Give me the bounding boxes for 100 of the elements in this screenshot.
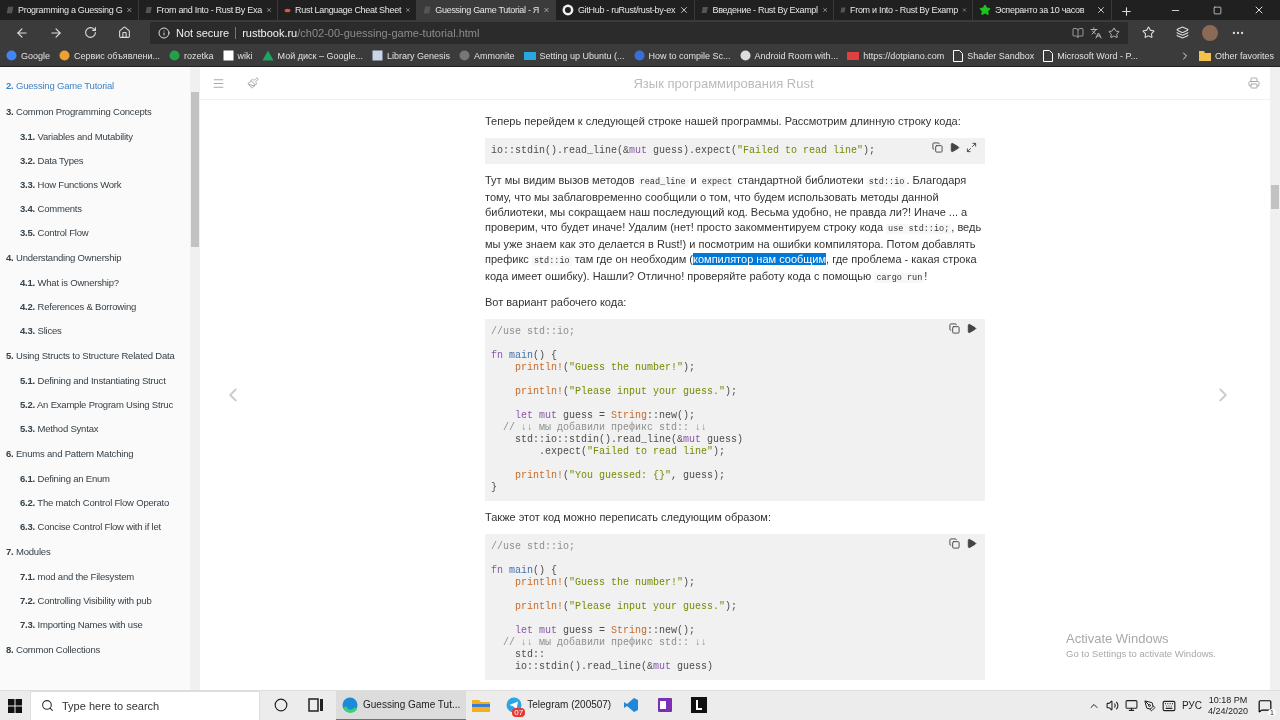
sidebar-item[interactable]: 5.1. Defining and Instantiating Struct [6, 369, 190, 393]
back-icon[interactable] [15, 25, 29, 40]
code-line: println!("Please input your guess."); [514, 601, 738, 613]
star-icon[interactable] [1108, 26, 1120, 39]
sidebar-item[interactable]: 4.1. What is Ownership? [6, 271, 190, 295]
square-icon [371, 50, 383, 61]
book-icon[interactable] [1072, 26, 1084, 39]
sidebar-item[interactable]: 6.1. Defining an Enum [6, 467, 190, 491]
edge-icon [342, 696, 358, 713]
sidebar-item[interactable]: 3.3. How Functions Work [6, 173, 190, 197]
taskbar-app[interactable]: Guessing Game Tut... [336, 690, 467, 720]
sidebar-item[interactable]: 5.2. An Example Program Using Struc [6, 393, 190, 417]
sidebar-item[interactable]: 5. Using Structs to Structure Related Data [6, 343, 190, 369]
restore-icon[interactable] [1212, 5, 1222, 15]
bookmark[interactable]: rozetka [169, 50, 214, 61]
network-icon[interactable] [1124, 699, 1138, 712]
layers-icon[interactable] [1175, 26, 1189, 39]
plus-icon[interactable] [1119, 4, 1133, 18]
bookmark[interactable]: Сервис объявлени... [59, 50, 161, 61]
bookmark[interactable]: Google [6, 50, 51, 61]
sidebar-item[interactable]: 7.1. mod and the Filesystem [6, 565, 190, 589]
sidebar-item[interactable]: 4. Understanding Ownership [6, 245, 190, 271]
expand-icon[interactable] [966, 142, 977, 153]
bookmark[interactable]: Library Genesis [371, 50, 450, 61]
circle-icon [6, 50, 17, 61]
page-icon [953, 49, 964, 62]
play-icon[interactable] [966, 538, 977, 549]
code-line: fn main() { [491, 350, 558, 362]
sidebar-item[interactable]: 4.2. References & Borrowing [6, 295, 190, 319]
folder-icon [472, 697, 491, 712]
code-line: std:: [514, 649, 545, 661]
translate-icon[interactable] [1090, 26, 1102, 39]
bookmark[interactable]: Android Room with... [739, 50, 839, 61]
taskbar-app[interactable]: Telegram (200507) 07 [500, 690, 618, 720]
sidebar-item[interactable]: 6.3. Concise Control Flow with if let [6, 515, 190, 539]
sidebar-item[interactable]: 6.2. The match Control Flow Operato [6, 491, 190, 515]
volume-icon[interactable] [1105, 699, 1119, 712]
copy-icon[interactable] [949, 538, 960, 549]
clock[interactable]: 10:18 PM 4/24/2020 [1207, 694, 1248, 717]
code-line: //use std::io; [491, 541, 575, 553]
message-icon[interactable] [1258, 698, 1272, 713]
close-icon[interactable] [1253, 4, 1265, 16]
sidebar-item[interactable]: 3.2. Data Types [6, 149, 190, 173]
forward-icon[interactable] [49, 25, 63, 40]
bookmark[interactable]: Мой диск – Google... [261, 50, 363, 61]
address-field[interactable]: Not secure rustbook.ru/ch02-00-guessing-game-tutorial.html [150, 21, 1128, 44]
info-icon [158, 26, 170, 39]
browser-tab[interactable]: Guessing Game Tutorial - Я [417, 0, 556, 20]
book-icon [840, 4, 846, 16]
keyboard-icon[interactable] [1161, 698, 1176, 713]
star-icon[interactable] [1141, 26, 1155, 39]
sidebar-item[interactable]: 7. Modules [6, 539, 190, 565]
refresh-icon[interactable] [83, 26, 97, 39]
sidebar-item[interactable]: 6. Enums and Pattern Matching [6, 441, 190, 467]
square-icon [222, 50, 234, 61]
pen-icon[interactable] [1143, 699, 1156, 712]
windows-icon[interactable] [8, 698, 22, 713]
bar-icon [847, 51, 860, 60]
notebook-icon [657, 696, 674, 713]
sidebar-item[interactable]: 3. Common Programming Concepts [6, 99, 190, 125]
code-line: println!("Guess the number!"); [514, 577, 696, 589]
bookmark[interactable]: Microsoft Word - P... [1043, 49, 1138, 62]
copy-icon[interactable] [949, 323, 960, 334]
play-icon[interactable] [966, 323, 977, 334]
language-indicator[interactable]: РУС [1181, 700, 1202, 711]
search-field[interactable]: Type here to search [30, 690, 260, 720]
task-view-icon[interactable] [308, 697, 324, 712]
code-line: let mut guess = String::new(); [514, 410, 696, 422]
play-icon[interactable] [949, 142, 960, 153]
bookmark[interactable]: wiki [222, 50, 253, 61]
code-line: // ↓↓ мы добавили префикс std:: ↓↓ [502, 637, 708, 649]
bookmark[interactable]: Setting up Ubuntu (... [523, 50, 625, 61]
copy-icon[interactable] [932, 142, 943, 153]
sidebar-item[interactable]: 4.3. Slices [6, 319, 190, 343]
activation-title: Activate Windows [1066, 631, 1170, 646]
sidebar-item[interactable]: 3.4. Comments [6, 197, 190, 221]
sidebar-item[interactable]: 2. Guessing Game Tutorial [6, 73, 190, 99]
home-icon[interactable] [117, 26, 131, 39]
circle-icon[interactable] [274, 697, 288, 712]
book-icon [145, 4, 153, 16]
book-icon [701, 4, 709, 16]
bookmark[interactable]: How to compile Sc... [633, 50, 731, 61]
code-line: println!("You guessed: {}", guess); [514, 470, 726, 482]
sidebar-item[interactable]: 5.3. Method Syntax [6, 417, 190, 441]
bookmark[interactable]: https://dotpiano.com [847, 50, 945, 61]
badge: 07 [512, 707, 526, 717]
code-line: .expect("Failed to read line"); [538, 446, 726, 458]
sidebar-item[interactable]: 7.2. Controlling Visibility with pub [6, 589, 190, 613]
sidebar-item[interactable]: 3.5. Control Flow [6, 221, 190, 245]
folder-icon [1198, 50, 1211, 61]
sidebar-item[interactable]: 8. Common Collections [6, 637, 190, 663]
close-icon[interactable] [679, 5, 689, 15]
square-icon [691, 696, 708, 713]
bookmark-folder[interactable]: Other favorites [1198, 50, 1274, 61]
bookmark[interactable]: Ammonite [459, 50, 515, 61]
bookmark[interactable]: Shader Sandbox [953, 49, 1035, 62]
sidebar-item[interactable]: 3.1. Variables and Mutability [6, 125, 190, 149]
code-line: // ↓↓ мы добавили префикс std:: ↓↓ [502, 422, 708, 434]
sidebar-item[interactable]: 7.3. Importing Names with use [6, 613, 190, 637]
close-icon[interactable] [1096, 5, 1106, 15]
